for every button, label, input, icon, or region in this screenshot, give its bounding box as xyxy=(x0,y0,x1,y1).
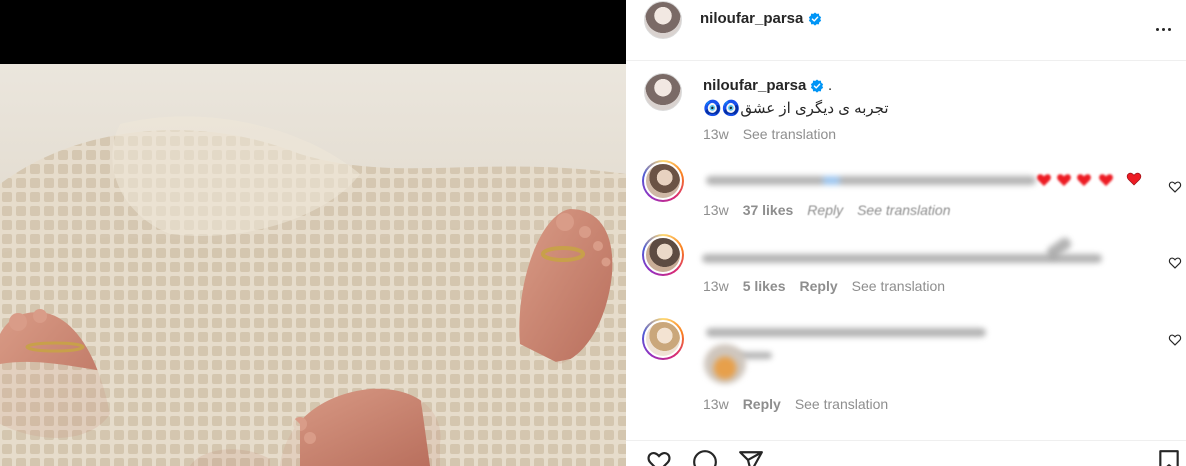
bookmark-icon[interactable] xyxy=(1158,449,1180,466)
comment-meta: 13w 5 likes Reply See translation xyxy=(703,278,959,294)
heart-emoji-icon xyxy=(1099,174,1113,186)
more-options-icon[interactable] xyxy=(1154,18,1172,36)
instagram-post-view: niloufar_parsa niloufar_parsa . تجربه ی … xyxy=(0,0,1186,466)
verified-badge-icon xyxy=(808,12,822,26)
like-comment-heart-icon[interactable] xyxy=(1168,180,1182,194)
comment-time[interactable]: 13w xyxy=(703,278,729,294)
comment-text-redacted xyxy=(702,254,1102,263)
caption-username[interactable]: niloufar_parsa xyxy=(703,77,806,94)
comment-time[interactable]: 13w xyxy=(703,396,729,412)
post-photo xyxy=(0,64,626,466)
caption-text: تجربه ی دیگری از عشق🧿🧿 xyxy=(703,100,889,117)
caption-meta: 13w See translation xyxy=(703,126,850,142)
author-avatar[interactable] xyxy=(644,1,682,39)
comment-reply-button[interactable]: Reply xyxy=(800,278,838,294)
comment-reply-button[interactable]: Reply xyxy=(807,202,843,218)
commenter-avatar[interactable] xyxy=(642,318,684,360)
commenter-avatar[interactable] xyxy=(642,160,684,202)
comment-meta: 13w 37 likes Reply See translation xyxy=(703,202,965,218)
author-username[interactable]: niloufar_parsa xyxy=(700,10,803,27)
comment-likes[interactable]: 37 likes xyxy=(743,202,794,218)
heart-emoji-icon xyxy=(1037,174,1051,186)
like-comment-heart-icon[interactable] xyxy=(1168,333,1182,347)
caption-time[interactable]: 13w xyxy=(703,126,729,142)
comment-see-translation[interactable]: See translation xyxy=(852,278,945,294)
share-icon[interactable] xyxy=(738,449,764,466)
comment-meta: 13w Reply See translation xyxy=(703,396,902,412)
comment-likes[interactable]: 5 likes xyxy=(743,278,786,294)
heart-emoji-icon xyxy=(1057,174,1071,186)
caption-period: . xyxy=(828,77,833,94)
heart-emoji-icon xyxy=(1077,174,1091,186)
comment-time[interactable]: 13w xyxy=(703,202,729,218)
comment-text-redacted xyxy=(706,328,986,337)
commenter-avatar[interactable] xyxy=(642,234,684,276)
comment-reply-button[interactable]: Reply xyxy=(743,396,781,412)
post-actions-bar xyxy=(626,440,1186,466)
header-divider xyxy=(626,60,1186,61)
caption-author-avatar[interactable] xyxy=(644,73,682,111)
caption-see-translation[interactable]: See translation xyxy=(743,126,836,142)
comment-icon[interactable] xyxy=(692,449,718,466)
comment-text-redacted xyxy=(706,176,1036,185)
post-media[interactable] xyxy=(0,0,626,466)
comment-see-translation[interactable]: See translation xyxy=(795,396,888,412)
heart-emoji-icon xyxy=(1126,172,1142,186)
comment-see-translation[interactable]: See translation xyxy=(857,202,950,218)
comment-emoji-redacted xyxy=(704,344,746,384)
post-header: niloufar_parsa xyxy=(626,0,1186,40)
post-side-panel: niloufar_parsa niloufar_parsa . تجربه ی … xyxy=(626,0,1186,466)
like-comment-heart-icon[interactable] xyxy=(1168,256,1182,270)
verified-badge-icon xyxy=(810,79,824,93)
heart-icon[interactable] xyxy=(646,449,672,466)
